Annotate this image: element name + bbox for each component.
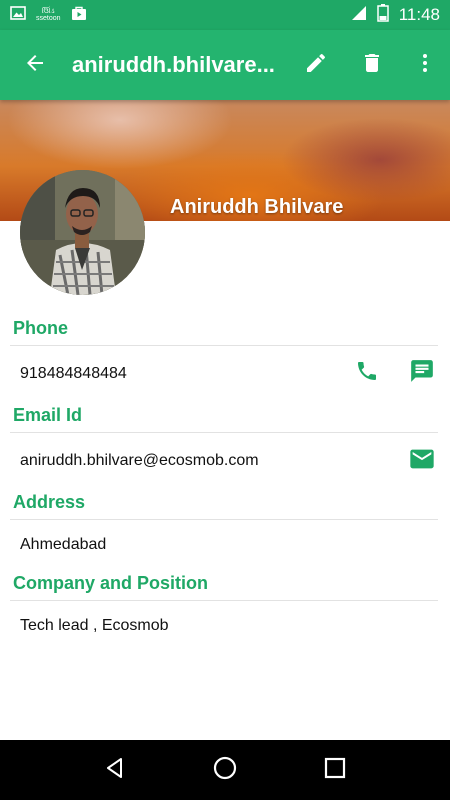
message-button[interactable]: [407, 358, 437, 388]
nav-home-button[interactable]: [200, 745, 250, 795]
image-icon: [10, 5, 26, 26]
nav-recents-icon: [324, 757, 346, 784]
delete-button[interactable]: [344, 30, 400, 100]
app-title: aniruddh.bhilvare...: [72, 52, 275, 77]
app-bar: aniruddh.bhilvare...: [0, 30, 450, 100]
notif-text-line1: ઊિંડ: [41, 8, 55, 15]
address-heading: Address: [13, 492, 86, 512]
play-store-icon: [71, 5, 87, 26]
avatar-photo: [20, 170, 145, 295]
company-heading: Company and Position: [13, 573, 209, 593]
company-value[interactable]: Tech lead , Ecosmob: [20, 617, 169, 635]
signal-icon: [351, 5, 367, 26]
company-divider: [10, 600, 438, 601]
more-vert-icon: [413, 51, 437, 80]
edit-button[interactable]: [288, 30, 344, 100]
delete-trash-icon: [360, 51, 384, 80]
status-left-icons: ઊિંડ ssetoon: [10, 5, 87, 26]
notif-text-line2: ssetoon: [36, 15, 61, 22]
nav-home-icon: [212, 755, 238, 786]
contact-name: Aniruddh Bhilvare: [170, 196, 344, 218]
email-icon: [408, 445, 436, 478]
app-actions: [288, 30, 450, 100]
email-value[interactable]: aniruddh.bhilvare@ecosmob.com: [20, 452, 259, 470]
nav-recents-button[interactable]: [310, 745, 360, 795]
navigation-bar: [0, 740, 450, 800]
edit-pencil-icon: [304, 51, 328, 80]
back-button[interactable]: [0, 30, 70, 100]
status-bar: ઊિંડ ssetoon 11:48: [0, 0, 450, 30]
app-notification-icon: ઊિંડ ssetoon: [36, 8, 61, 22]
phone-icon: [355, 359, 379, 388]
phone-value[interactable]: 918484848484: [20, 365, 127, 383]
back-arrow-icon: [23, 51, 47, 80]
more-options-button[interactable]: [400, 30, 450, 100]
nav-back-button[interactable]: [90, 745, 140, 795]
nav-back-icon: [103, 756, 127, 785]
address-value[interactable]: Ahmedabad: [20, 536, 106, 554]
status-time: 11:48: [398, 5, 440, 24]
battery-icon: [376, 3, 389, 27]
email-divider: [10, 432, 438, 433]
phone-divider: [10, 345, 438, 346]
email-heading: Email Id: [13, 405, 83, 425]
avatar[interactable]: [20, 170, 145, 295]
status-right-icons: 11:48: [351, 3, 440, 27]
call-button[interactable]: [352, 358, 382, 388]
message-icon: [409, 358, 435, 389]
send-email-button[interactable]: [407, 446, 437, 476]
phone-heading: Phone: [13, 318, 69, 338]
address-divider: [10, 519, 438, 520]
